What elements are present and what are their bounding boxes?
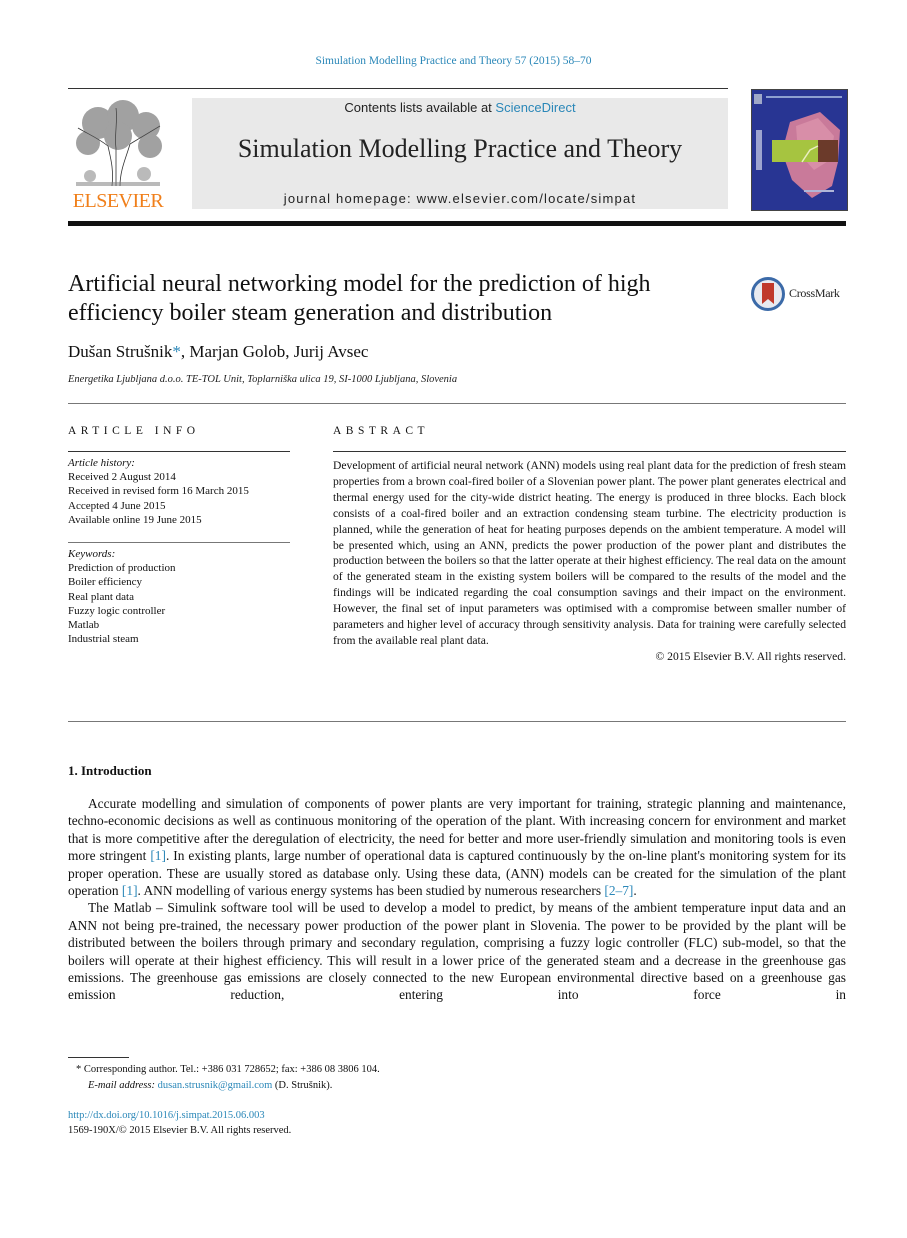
- citation-link[interactable]: [1]: [150, 848, 166, 863]
- journal-homepage[interactable]: journal homepage: www.elsevier.com/locat…: [192, 191, 728, 206]
- running-head[interactable]: Simulation Modelling Practice and Theory…: [0, 55, 907, 67]
- section-heading: 1. Introduction: [68, 763, 152, 778]
- contents-prefix: Contents lists available at: [344, 100, 496, 115]
- divider: [68, 403, 846, 404]
- divider: [68, 451, 290, 452]
- keyword-item: Boiler efficiency: [68, 576, 143, 589]
- history-item: Received in revised form 16 March 2015: [68, 485, 249, 498]
- journal-masthead: Contents lists available at ScienceDirec…: [192, 98, 728, 209]
- history-item: Available online 19 June 2015: [68, 513, 202, 526]
- text-run: .: [633, 883, 637, 899]
- journal-cover-image[interactable]: [751, 89, 848, 211]
- contents-line: Contents lists available at ScienceDirec…: [192, 100, 728, 115]
- author-list: Dušan Strušnik*, Marjan Golob, Jurij Avs…: [68, 342, 368, 362]
- corresponding-author-footnote: * Corresponding author. Tel.: +386 031 7…: [76, 1064, 380, 1075]
- doi-block: http://dx.doi.org/10.1016/j.simpat.2015.…: [68, 1108, 291, 1138]
- crossmark-label: CrossMark: [789, 286, 840, 300]
- article-info-heading: ARTICLE INFO: [68, 425, 200, 437]
- email-footnote: E-mail address: dusan.strusnik@gmail.com…: [68, 1078, 380, 1094]
- keyword-item: Industrial steam: [68, 633, 139, 646]
- history-item: Accepted 4 June 2015: [68, 499, 166, 512]
- email-label: E-mail address:: [88, 1079, 158, 1091]
- email-suffix: (D. Strušnik).: [272, 1079, 333, 1091]
- footnotes: * Corresponding author. Tel.: +386 031 7…: [68, 1062, 380, 1093]
- citation-link[interactable]: [2–7]: [604, 883, 633, 898]
- author-name[interactable]: Jurij Avsec: [294, 342, 369, 361]
- author-name[interactable]: Marjan Golob: [189, 342, 285, 361]
- journal-title: Simulation Modelling Practice and Theory: [237, 134, 683, 163]
- abstract-heading: ABSTRACT: [333, 425, 430, 437]
- keyword-item: Real plant data: [68, 590, 134, 603]
- introduction-body: Accurate modelling and simulation of com…: [68, 795, 846, 1004]
- article-history: Article history: Received 2 August 2014 …: [68, 456, 249, 527]
- crossmark-button[interactable]: CrossMark: [751, 277, 851, 311]
- keyword-item: Matlab: [68, 619, 100, 632]
- abstract-copyright: © 2015 Elsevier B.V. All rights reserved…: [655, 649, 846, 663]
- elsevier-wordmark: ELSEVIER: [72, 190, 164, 212]
- history-label: Article history:: [68, 457, 135, 469]
- divider: [68, 542, 290, 543]
- paragraph: The Matlab – Simulink software tool will…: [68, 900, 846, 1003]
- doi-link[interactable]: http://dx.doi.org/10.1016/j.simpat.2015.…: [68, 1110, 265, 1121]
- article-title: Artificial neural networking model for t…: [68, 271, 651, 326]
- email-link[interactable]: dusan.strusnik@gmail.com: [158, 1080, 273, 1091]
- affiliation: Energetika Ljubljana d.o.o. TE-TOL Unit,…: [68, 374, 458, 385]
- keywords: Keywords: Prediction of production Boile…: [68, 547, 176, 646]
- keyword-item: Prediction of production: [68, 562, 176, 575]
- paragraph: Accurate modelling and simulation of com…: [68, 795, 846, 899]
- abstract: Development of artificial neural network…: [333, 458, 846, 665]
- citation-link[interactable]: [1]: [122, 883, 138, 898]
- cover-artwork: [752, 90, 847, 210]
- top-rule: [68, 88, 728, 89]
- corresponding-author-mark[interactable]: *: [172, 342, 181, 361]
- footnote-rule: [68, 1057, 129, 1058]
- history-item: Received 2 August 2014: [68, 471, 176, 484]
- author-separator: ,: [285, 342, 294, 361]
- header-thick-rule: [68, 221, 846, 226]
- keywords-label: Keywords:: [68, 548, 116, 560]
- text-run: . ANN modelling of various energy system…: [137, 883, 605, 899]
- issn-copyright: 1569-190X/© 2015 Elsevier B.V. All right…: [68, 1125, 292, 1136]
- keyword-item: Fuzzy logic controller: [68, 604, 166, 617]
- crossmark-icon: [751, 277, 785, 311]
- divider: [68, 721, 846, 722]
- sciencedirect-link[interactable]: ScienceDirect: [495, 100, 575, 115]
- abstract-text: Development of artificial neural network…: [333, 459, 846, 647]
- divider: [333, 451, 846, 452]
- author-name[interactable]: Dušan Strušnik: [68, 342, 172, 361]
